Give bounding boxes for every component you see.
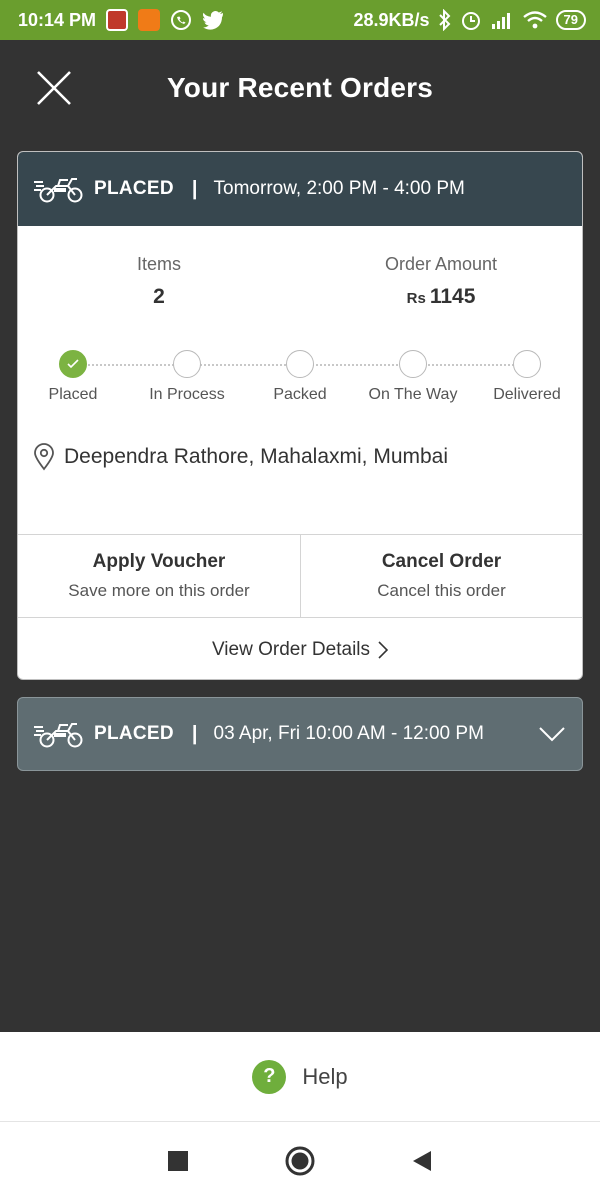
step-on-the-way: On The Way <box>358 347 468 404</box>
check-icon <box>67 359 79 369</box>
system-navigation-bar <box>0 1122 600 1200</box>
close-icon[interactable] <box>34 68 74 108</box>
delivery-bike-icon <box>34 178 83 203</box>
help-label: Help <box>302 1063 348 1089</box>
step-label: Delivered <box>493 386 561 403</box>
recents-button[interactable] <box>117 1150 239 1172</box>
items-stat: Items 2 <box>18 254 300 309</box>
home-circle-icon <box>285 1146 315 1176</box>
amount-label: Order Amount <box>384 254 498 274</box>
cancel-order-subtitle: Cancel this order <box>377 581 506 600</box>
app-notification-icon <box>106 9 129 31</box>
order-status: PLACED <box>94 723 174 744</box>
step-delivered: Delivered <box>472 347 582 404</box>
alarm-icon <box>461 12 480 30</box>
amount-value: 1145 <box>429 285 476 308</box>
step-dot <box>173 350 201 378</box>
back-button[interactable] <box>361 1149 483 1173</box>
step-label: Packed <box>273 386 327 403</box>
step-dot <box>59 350 87 378</box>
chevron-down-icon[interactable] <box>538 726 566 742</box>
step-label: Placed <box>48 386 98 403</box>
battery-icon: 79 <box>555 10 586 30</box>
network-speed: 28.9KB/s <box>353 9 430 30</box>
delivery-bike-icon <box>34 723 83 748</box>
status-bar: 10:14 PM 28.9KB/s 79 <box>0 0 600 40</box>
square-icon <box>168 1151 188 1171</box>
app-notification-icon <box>138 9 161 31</box>
cancel-order-title: Cancel Order <box>381 551 502 572</box>
page-title: Your Recent Orders <box>166 72 434 103</box>
delivery-slot: 03 Apr, Fri 10:00 AM - 12:00 PM <box>213 723 484 744</box>
header-separator: | <box>191 177 198 200</box>
cancel-order-button[interactable]: Cancel Order Cancel this order <box>300 535 582 617</box>
apply-voucher-subtitle: Save more on this order <box>68 581 250 600</box>
amount-stat: Order Amount Rs 1145 <box>300 254 582 309</box>
page-header: Your Recent Orders <box>0 40 600 136</box>
currency-label: Rs <box>406 290 426 307</box>
step-in-process: In Process <box>132 347 242 404</box>
home-button[interactable] <box>239 1145 361 1177</box>
delivery-address: Deependra Rathore, Mahalaxmi, Mumbai <box>18 443 582 471</box>
back-triangle-icon <box>413 1151 431 1171</box>
amount-value-row: Rs 1145 <box>300 285 582 309</box>
view-details-label: View Order Details <box>211 638 371 660</box>
whatsapp-icon <box>171 10 192 30</box>
order-card-header: PLACED | Tomorrow, 2:00 PM - 4:00 PM <box>18 152 582 226</box>
step-packed: Packed <box>245 347 355 404</box>
help-button[interactable]: ? Help <box>0 1032 600 1122</box>
items-value: 2 <box>153 285 165 308</box>
order-actions: Apply Voucher Save more on this order Ca… <box>18 534 582 618</box>
location-pin-icon <box>34 443 54 471</box>
help-icon: ? <box>252 1059 287 1094</box>
apply-voucher-button[interactable]: Apply Voucher Save more on this order <box>18 535 300 617</box>
delivery-slot: Tomorrow, 2:00 PM - 4:00 PM <box>213 178 465 199</box>
view-order-details-link[interactable]: View Order Details <box>18 618 582 679</box>
status-time: 10:14 PM <box>18 9 97 30</box>
order-stats: Items 2 Order Amount Rs 1145 <box>18 254 582 309</box>
order-progress-tracker: Placed In Process Packed On The Way Deli… <box>18 347 582 437</box>
items-label: Items <box>136 254 181 274</box>
order-card: PLACED | Tomorrow, 2:00 PM - 4:00 PM Ite… <box>17 151 583 680</box>
order-card-collapsed[interactable]: PLACED | 03 Apr, Fri 10:00 AM - 12:00 PM <box>17 697 583 771</box>
step-label: In Process <box>149 386 225 403</box>
address-text: Deependra Rathore, Mahalaxmi, Mumbai <box>64 445 449 468</box>
step-dot <box>513 350 541 378</box>
wifi-icon <box>522 11 547 29</box>
order-status: PLACED <box>94 178 174 199</box>
twitter-icon <box>203 11 224 30</box>
signal-icon <box>491 13 510 29</box>
step-dot <box>399 350 427 378</box>
chevron-right-icon <box>378 640 389 659</box>
bluetooth-icon <box>438 9 450 31</box>
step-dot <box>286 350 314 378</box>
step-label: On The Way <box>368 386 458 403</box>
header-separator: | <box>191 722 198 745</box>
step-placed: Placed <box>18 347 128 404</box>
apply-voucher-title: Apply Voucher <box>92 551 226 572</box>
